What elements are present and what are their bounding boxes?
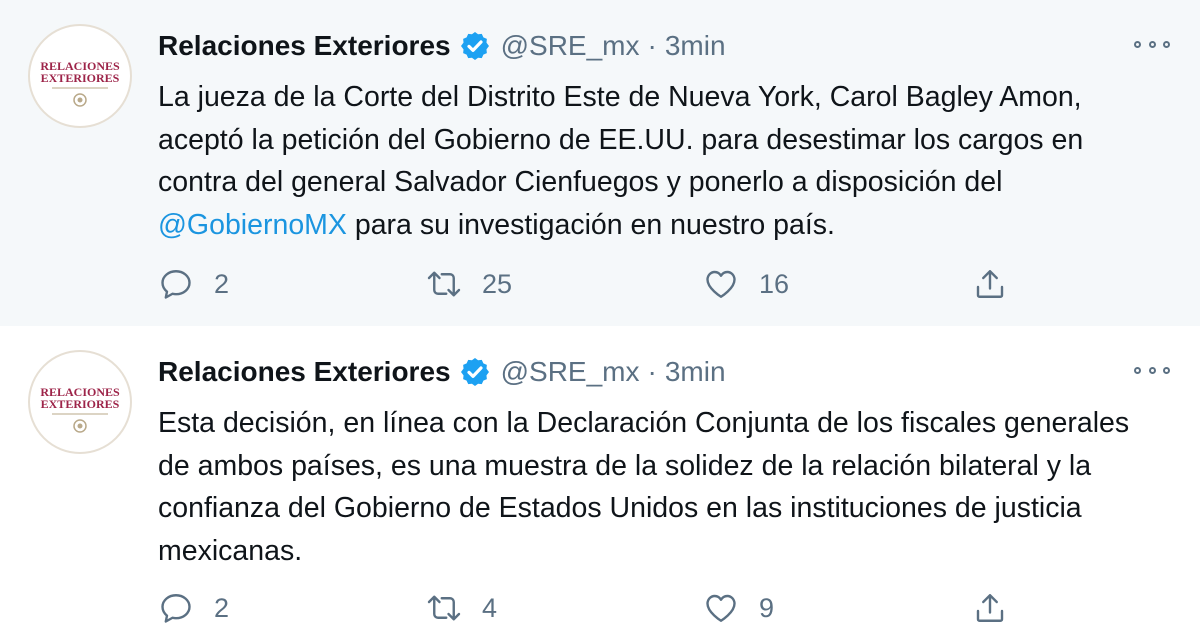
svg-text:EXTERIORES: EXTERIORES [41, 397, 120, 411]
like-icon [706, 270, 736, 298]
tweet-header: Relaciones Exteriores @SRE_mx · 3min [158, 354, 726, 390]
avatar[interactable]: RELACIONES EXTERIORES [28, 350, 132, 454]
reply-count: 2 [214, 268, 230, 299]
more-options-icon[interactable] [1134, 32, 1170, 56]
like-icon [706, 594, 736, 622]
like-count: 16 [759, 268, 790, 299]
tweet-text: La jueza de la Corte del Distrito Este d… [158, 76, 1168, 246]
like-count: 9 [759, 592, 775, 623]
like-button[interactable]: 9 [703, 586, 774, 630]
tweet-actions: 2 25 16 [158, 262, 1028, 306]
retweet-count: 4 [482, 592, 498, 623]
tweet-text-part: para su investigación en nuestro país. [346, 208, 835, 241]
separator-dot: · [647, 356, 657, 387]
retweet-icon [427, 271, 461, 297]
reply-icon [161, 594, 191, 623]
avatar[interactable]: RELACIONES EXTERIORES [28, 24, 132, 128]
tweet-header: Relaciones Exteriores @SRE_mx · 3min [158, 28, 726, 64]
svg-text:EXTERIORES: EXTERIORES [41, 71, 120, 85]
tweet[interactable]: RELACIONES EXTERIORES Relaciones Exterio… [0, 0, 1200, 326]
like-button[interactable]: 16 [703, 262, 789, 306]
tweet[interactable]: RELACIONES EXTERIORES Relaciones Exterio… [0, 326, 1200, 644]
author-handle[interactable]: @SRE_mx [501, 30, 640, 62]
retweet-button[interactable]: 25 [426, 262, 512, 306]
more-options-icon[interactable] [1134, 358, 1170, 382]
author-handle[interactable]: @SRE_mx [501, 356, 640, 388]
reply-icon [161, 270, 191, 299]
sre-logo-icon: RELACIONES EXTERIORES [40, 385, 120, 433]
sre-logo-icon: RELACIONES EXTERIORES [40, 59, 120, 107]
retweet-button[interactable]: 4 [426, 586, 497, 630]
verified-badge-icon [459, 30, 491, 62]
author-name[interactable]: Relaciones Exteriores [158, 30, 451, 62]
mention-link[interactable]: @GobiernoMX [158, 209, 347, 241]
verified-badge-icon [459, 356, 491, 388]
reply-button[interactable]: 2 [158, 586, 229, 630]
share-button[interactable] [972, 586, 1008, 630]
share-button[interactable] [972, 262, 1008, 306]
tweet-text: Esta decisión, en línea con la Declaraci… [158, 407, 1130, 567]
retweet-icon [427, 595, 461, 621]
reply-button[interactable]: 2 [158, 262, 229, 306]
separator-dot: · [647, 30, 657, 61]
author-name[interactable]: Relaciones Exteriores [158, 356, 451, 388]
timestamp[interactable]: 3min [665, 356, 726, 388]
timestamp[interactable]: 3min [665, 30, 726, 62]
share-icon [976, 270, 1004, 298]
tweet-actions: 2 4 9 [158, 586, 1028, 630]
share-icon [976, 594, 1004, 622]
retweet-count: 25 [482, 268, 513, 299]
tweet-text-part: La jueza de la Corte del Distrito Este d… [158, 81, 1084, 198]
reply-count: 2 [214, 592, 230, 623]
